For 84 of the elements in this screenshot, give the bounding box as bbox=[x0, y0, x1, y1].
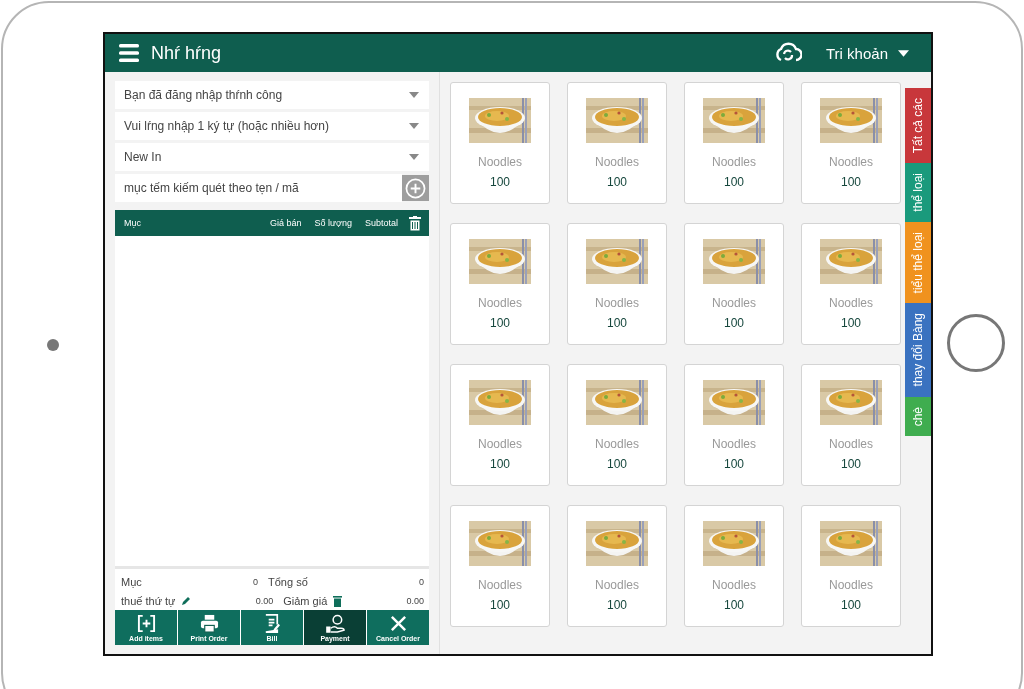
product-name: Noodles bbox=[712, 437, 756, 451]
product-price: 100 bbox=[607, 175, 627, 189]
product-name: Noodles bbox=[712, 578, 756, 592]
product-price: 100 bbox=[841, 457, 861, 471]
column-header: Số lượng bbox=[314, 218, 352, 228]
summary-value: 0.00 bbox=[255, 596, 274, 606]
product-card[interactable]: Noodles 100 bbox=[684, 364, 784, 486]
product-price: 100 bbox=[841, 316, 861, 330]
product-name: Noodles bbox=[829, 296, 873, 310]
product-price: 100 bbox=[724, 457, 744, 471]
product-card[interactable]: Noodles 100 bbox=[567, 364, 667, 486]
product-name: Noodles bbox=[595, 437, 639, 451]
select-field[interactable]: Vui lŕng nhập 1 ký tự (hoặc nhiều hơn) bbox=[115, 112, 429, 140]
home-button[interactable] bbox=[947, 314, 1005, 372]
add-button[interactable] bbox=[402, 175, 429, 201]
product-card[interactable]: Noodles 100 bbox=[684, 82, 784, 204]
trash-icon[interactable] bbox=[333, 595, 343, 607]
product-price: 100 bbox=[607, 457, 627, 471]
product-card[interactable]: Noodles 100 bbox=[801, 364, 901, 486]
column-header: Mục bbox=[124, 218, 141, 228]
product-name: Noodles bbox=[595, 578, 639, 592]
close-icon[interactable] bbox=[388, 613, 408, 633]
caret-icon[interactable] bbox=[409, 92, 419, 98]
product-price: 100 bbox=[607, 316, 627, 330]
product-card[interactable]: Noodles 100 bbox=[450, 505, 550, 627]
plus-square-icon[interactable] bbox=[136, 613, 156, 633]
product-name: Noodles bbox=[595, 155, 639, 169]
summary-label: Tổng số bbox=[268, 576, 308, 588]
product-card[interactable]: Noodles 100 bbox=[450, 82, 550, 204]
product-name: Noodles bbox=[712, 155, 756, 169]
product-name: Noodles bbox=[478, 578, 522, 592]
product-card[interactable]: Noodles 100 bbox=[567, 82, 667, 204]
summary-label: Giảm giá bbox=[283, 595, 328, 607]
app-title: Nhŕ hŕng bbox=[151, 42, 222, 64]
product-price: 100 bbox=[841, 598, 861, 612]
product-name: Noodles bbox=[478, 155, 522, 169]
product-card[interactable]: Noodles 100 bbox=[684, 505, 784, 627]
summary-label: Mục bbox=[121, 576, 142, 588]
search-field[interactable]: mục tếm kiếm quét theo tẹn / mã bbox=[115, 174, 402, 202]
column-header: Subtotal bbox=[364, 218, 398, 228]
product-name: Noodles bbox=[478, 296, 522, 310]
column-header: Giá bán bbox=[270, 218, 302, 228]
product-name: Noodles bbox=[478, 437, 522, 451]
product-price: 100 bbox=[490, 598, 510, 612]
summary-value: 0.00 bbox=[406, 596, 424, 606]
product-name: Noodles bbox=[829, 437, 873, 451]
select-field[interactable]: Bạn đã đăng nhập thŕnh công bbox=[115, 81, 429, 109]
product-price: 100 bbox=[607, 598, 627, 612]
product-card[interactable]: Noodles 100 bbox=[450, 223, 550, 345]
hand-coin-icon[interactable] bbox=[325, 613, 345, 633]
product-price: 100 bbox=[724, 316, 744, 330]
caret-icon[interactable] bbox=[409, 154, 419, 160]
summary-label: thuế thứ tự bbox=[121, 595, 176, 607]
summary-value: 0 bbox=[419, 577, 424, 587]
product-price: 100 bbox=[841, 175, 861, 189]
product-name: Noodles bbox=[712, 296, 756, 310]
product-card[interactable]: Noodles 100 bbox=[801, 223, 901, 345]
product-price: 100 bbox=[724, 598, 744, 612]
product-price: 100 bbox=[490, 316, 510, 330]
camera-dot bbox=[47, 339, 59, 351]
product-card[interactable]: Noodles 100 bbox=[684, 223, 784, 345]
select-field[interactable]: New In bbox=[115, 143, 429, 171]
pencil-icon[interactable] bbox=[181, 596, 192, 606]
product-price: 100 bbox=[490, 175, 510, 189]
category-tab[interactable]: thể loại bbox=[905, 163, 931, 223]
printer-icon[interactable] bbox=[199, 613, 219, 633]
product-card[interactable]: Noodles 100 bbox=[801, 505, 901, 627]
product-name: Noodles bbox=[595, 296, 639, 310]
trash-icon[interactable] bbox=[409, 215, 421, 231]
product-name: Noodles bbox=[829, 578, 873, 592]
category-tab[interactable]: thay đổi Bàng bbox=[905, 303, 931, 397]
product-card[interactable]: Noodles 100 bbox=[567, 223, 667, 345]
caret-icon[interactable] bbox=[898, 49, 909, 57]
product-price: 100 bbox=[724, 175, 744, 189]
product-name: Noodles bbox=[829, 155, 873, 169]
caret-icon[interactable] bbox=[409, 123, 419, 129]
category-tab[interactable]: Tất cả các bbox=[905, 88, 931, 164]
product-price: 100 bbox=[490, 457, 510, 471]
product-card[interactable]: Noodles 100 bbox=[567, 505, 667, 627]
menu-icon[interactable] bbox=[119, 44, 139, 62]
summary-value: 0 bbox=[253, 577, 258, 587]
product-card[interactable]: Noodles 100 bbox=[450, 364, 550, 486]
account-menu[interactable]: Tri khoản bbox=[826, 44, 909, 62]
product-card[interactable]: Noodles 100 bbox=[801, 82, 901, 204]
